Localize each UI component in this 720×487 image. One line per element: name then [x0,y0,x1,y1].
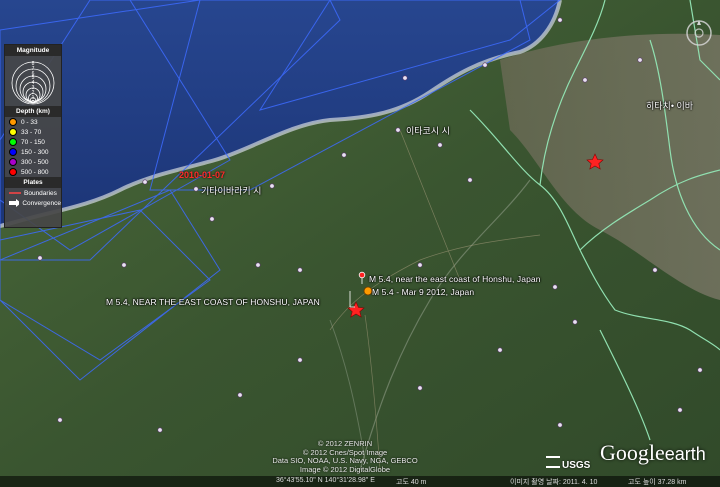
depth-color-dot-icon [9,118,17,126]
earthquake-dot-marker[interactable] [363,286,373,296]
depth-range-label: 500 - 800 [21,168,49,176]
convergence-arrow-icon [9,199,20,207]
legend-plates-title: Plates [5,177,61,188]
depth-legend-row: 70 - 150 [5,137,61,147]
credit-line: Image © 2012 DigitalGlobe [299,464,391,474]
plate-row-boundaries: Boundaries [5,188,61,198]
depth-legend-row: 300 - 500 [5,157,61,167]
status-coordinates: 36°43'55.10" N 140°31'28.98" E [276,477,375,484]
depth-legend-row: 500 - 800 [5,167,61,177]
legend-panel: Magnitude 87654321 Depth (km) 0 - 33 33 -… [4,44,62,228]
google-earth-logo: Googleearth [600,440,706,466]
depth-color-dot-icon [9,138,17,146]
plate-convergence-label: Convergence [22,199,61,207]
depth-range-label: 70 - 150 [21,138,45,146]
depth-range-label: 33 - 70 [21,128,42,136]
magnitude-scale-value: 1 [31,94,35,101]
place-label: 이타코시 시 [406,126,450,136]
depth-legend-list: 0 - 33 33 - 70 70 - 150 150 - 300 300 - 500 5… [5,117,61,177]
place-label: 기타이바라키 시 [201,186,262,196]
legend-depth-title: Depth (km) [5,106,61,117]
plate-boundaries-label: Boundaries [24,189,57,197]
magnitude-scale-graphic: 87654321 [5,56,61,106]
usgs-logo: USGS [546,456,590,471]
status-imagery-date: 이미지 촬영 날짜: 2011. 4. 10 [510,479,598,486]
boundary-line-icon [9,192,21,194]
google-earth-logo-main: Google [600,440,665,465]
depth-legend-row: 33 - 70 [5,127,61,137]
depth-color-dot-icon [9,128,17,136]
depth-legend-row: 150 - 300 [5,147,61,157]
depth-color-dot-icon [9,158,17,166]
legend-magnitude-title: Magnitude [5,45,61,56]
status-eye-altitude: 고도 높이 37.28 km [628,479,687,486]
google-earth-logo-sub: earth [664,444,706,464]
date-label: 2010-01-07 [179,170,226,180]
event-label[interactable]: M 5.4, near the east coast of Honshu, Ja… [369,274,541,284]
depth-color-dot-icon [9,168,17,176]
depth-range-label: 0 - 33 [21,118,38,126]
event-label[interactable]: M 5.4, NEAR THE EAST COAST OF HONSHU, JA… [106,297,320,307]
navigation-control-icon[interactable] [684,18,714,48]
magnitude-scale-labels: 87654321 [27,62,39,100]
plate-row-convergence: Convergence [5,198,61,208]
depth-range-label: 150 - 300 [21,148,49,156]
usgs-wave-icon [546,456,560,468]
depth-legend-row: 0 - 33 [5,117,61,127]
map-credits: © 2012 ZENRIN © 2012 Cnes/Spot Image Dat… [270,439,420,474]
usgs-logo-text: USGS [562,460,591,471]
status-elevation: 고도 40 m [396,479,427,486]
depth-color-dot-icon [9,148,17,156]
event-label[interactable]: M 5.4 - Mar 9 2012, Japan [372,287,474,297]
depth-range-label: 300 - 500 [21,158,49,166]
satellite-map[interactable] [0,0,720,487]
place-label: 히타치• 이바 [646,101,694,111]
